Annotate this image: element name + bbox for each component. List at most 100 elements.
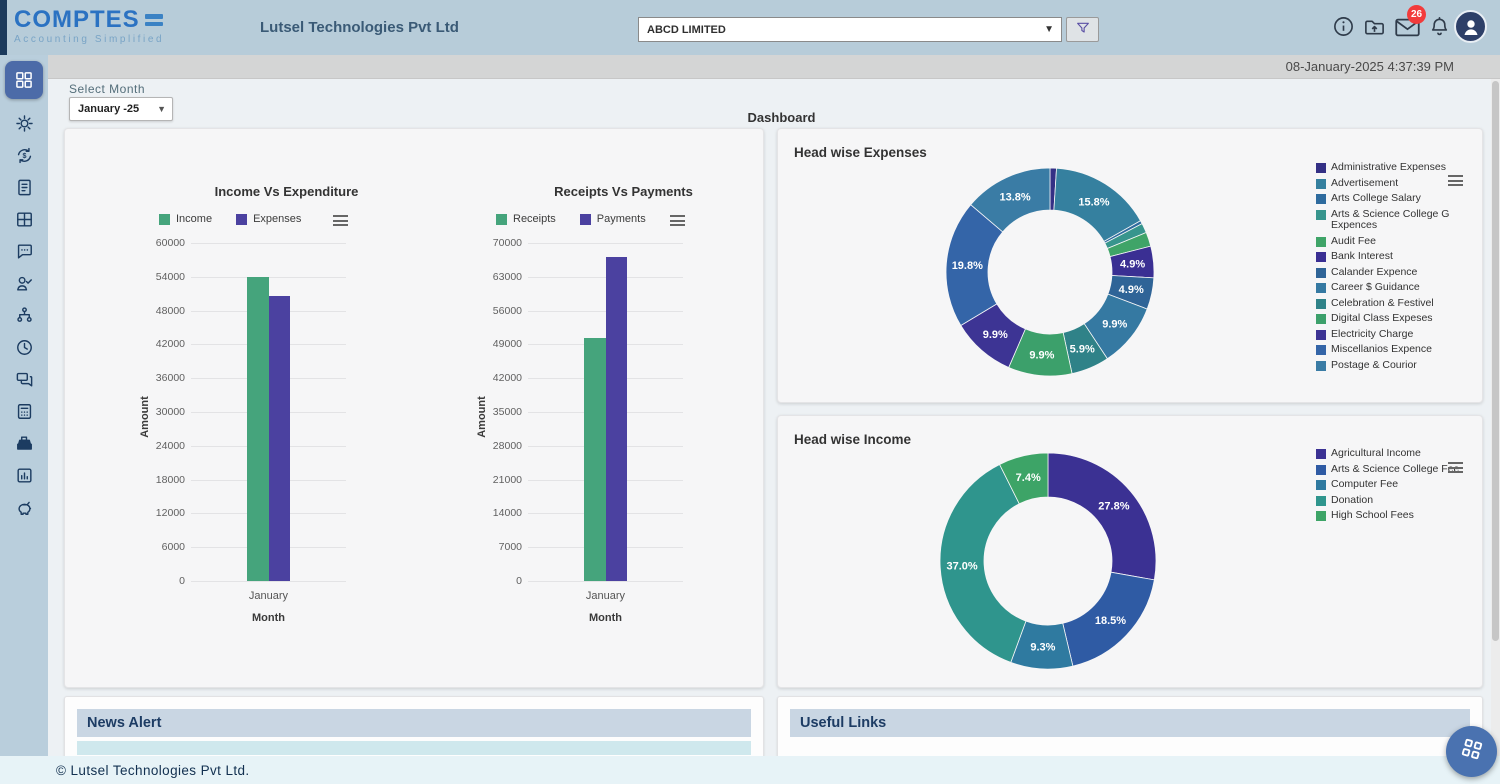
- legend-item[interactable]: Electricity Charge: [1316, 329, 1472, 341]
- legend-item-expenses[interactable]: Expenses: [236, 213, 301, 225]
- app-header: COMPTES Accounting Simplified Lutsel Tec…: [0, 0, 1500, 55]
- receipts-vs-payments-chart: Receipts Vs Payments ReceiptsPayments Am…: [466, 129, 766, 689]
- bar-expenses: [269, 296, 291, 581]
- legend-swatch: [159, 214, 170, 225]
- donut-slice-label: 7.4%: [1016, 472, 1041, 484]
- legend-swatch: [1316, 299, 1326, 309]
- folder-upload-icon[interactable]: [1362, 16, 1387, 39]
- sidebar-item-calculator[interactable]: [15, 402, 34, 421]
- piggy-bank-icon: [15, 498, 34, 517]
- sidebar-item-clock[interactable]: [15, 338, 34, 357]
- sidebar-nav: $: [0, 55, 48, 756]
- bar-charts-card: Income Vs Expenditure IncomeExpenses Amo…: [64, 128, 764, 688]
- y-tick-label: 63000: [474, 271, 522, 283]
- legend-label: Arts & Science College Fee: [1331, 464, 1459, 476]
- legend-label: Payments: [597, 213, 646, 225]
- y-tick-label: 60000: [137, 237, 185, 249]
- legend-swatch: [1316, 314, 1326, 324]
- sidebar-item-user-check[interactable]: [15, 274, 34, 293]
- donut-slice-label: 18.5%: [1095, 615, 1126, 627]
- sidebar-item-chat[interactable]: [15, 370, 34, 389]
- app-window: COMPTES Accounting Simplified Lutsel Tec…: [0, 0, 1500, 784]
- filter-button[interactable]: [1066, 17, 1099, 42]
- legend-item[interactable]: Postage & Courior: [1316, 360, 1472, 372]
- legend-swatch: [1316, 480, 1326, 490]
- cash-register-icon: [15, 434, 34, 453]
- legend-item[interactable]: Digital Class Expeses: [1316, 313, 1472, 325]
- sidebar-item-comment-dots[interactable]: [15, 242, 34, 261]
- legend-swatch: [1316, 361, 1326, 371]
- sidebar-item-table[interactable]: [15, 210, 34, 229]
- legend-item[interactable]: Agricultural Income: [1316, 448, 1481, 460]
- legend-swatch: [1316, 449, 1326, 459]
- user-avatar[interactable]: [1454, 10, 1487, 43]
- chart-menu-icon[interactable]: [668, 213, 687, 228]
- logo-bars-icon: [145, 14, 163, 26]
- legend-label: Income: [176, 213, 212, 225]
- legend-item[interactable]: Celebration & Festivel: [1316, 298, 1472, 310]
- legend-label: Bank Interest: [1331, 251, 1393, 263]
- page-title: Dashboard: [63, 110, 1500, 125]
- info-icon[interactable]: [1332, 15, 1355, 38]
- company-select[interactable]: ABCD LIMITED ▼: [638, 17, 1062, 42]
- y-tick-label: 56000: [474, 305, 522, 317]
- sidebar-item-journal[interactable]: [15, 178, 34, 197]
- sidebar-item-chart-box[interactable]: [15, 466, 34, 485]
- copyright-text: © Lutsel Technologies Pvt Ltd.: [0, 763, 250, 778]
- legend-item[interactable]: Arts & Science College G Expences: [1316, 209, 1472, 232]
- dollar-sync-icon: $: [15, 146, 34, 165]
- legend-swatch: [580, 214, 591, 225]
- legend-swatch: [1316, 496, 1326, 506]
- legend-item[interactable]: High School Fees: [1316, 510, 1481, 522]
- legend-item[interactable]: Arts College Salary: [1316, 193, 1472, 205]
- chart-menu-icon[interactable]: [331, 213, 350, 228]
- y-tick-label: 48000: [137, 305, 185, 317]
- legend-label: Postage & Courior: [1331, 360, 1417, 372]
- donut-slice-label: 37.0%: [946, 561, 977, 573]
- sidebar-item-grid[interactable]: [5, 61, 43, 99]
- legend-item[interactable]: Administrative Expenses: [1316, 162, 1472, 174]
- legend-item-receipts[interactable]: Receipts: [496, 213, 556, 225]
- chart-menu-icon[interactable]: [1446, 173, 1465, 188]
- sidebar-item-gear[interactable]: [15, 114, 34, 133]
- bar-payments: [606, 257, 628, 581]
- gear-icon: [15, 114, 34, 133]
- legend-item[interactable]: Computer Fee: [1316, 479, 1481, 491]
- scrollbar-thumb[interactable]: [1492, 81, 1499, 641]
- legend-label: Agricultural Income: [1331, 448, 1421, 460]
- legend-label: Donation: [1331, 495, 1373, 507]
- month-select[interactable]: January -25 ▼: [69, 97, 173, 121]
- donut-slice-label: 27.8%: [1098, 501, 1129, 513]
- logo: COMPTES Accounting Simplified: [14, 7, 164, 45]
- legend-item[interactable]: Donation: [1316, 495, 1481, 507]
- footer: © Lutsel Technologies Pvt Ltd.: [0, 756, 1500, 784]
- legend-item-payments[interactable]: Payments: [580, 213, 646, 225]
- sidebar-item-cash-register[interactable]: [15, 434, 34, 453]
- timestamp: 08-January-2025 4:37:39 PM: [1286, 59, 1454, 74]
- quick-menu-fab[interactable]: [1446, 726, 1497, 777]
- bell-icon[interactable]: [1428, 15, 1451, 39]
- sidebar-item-piggy-bank[interactable]: [15, 498, 34, 517]
- income-donut-chart: Agricultural Income: 27.8%Arts & Science…: [938, 451, 1158, 671]
- legend-item[interactable]: Miscellanios Expence: [1316, 344, 1472, 356]
- caret-down-icon: ▼: [1044, 24, 1061, 35]
- news-alert-header: News Alert: [77, 709, 751, 737]
- legend-label: Celebration & Festivel: [1331, 298, 1434, 310]
- logo-title: COMPTES: [14, 7, 140, 33]
- legend-item[interactable]: Career $ Guidance: [1316, 282, 1472, 294]
- sidebar-item-dollar-sync[interactable]: $: [15, 146, 34, 165]
- legend-label: Arts College Salary: [1331, 193, 1421, 205]
- y-tick-label: 6000: [137, 541, 185, 553]
- chart-menu-icon[interactable]: [1446, 460, 1465, 475]
- svg-text:$: $: [22, 152, 26, 160]
- legend-swatch: [1316, 511, 1326, 521]
- company-name: Lutsel Technologies Pvt Ltd: [260, 19, 459, 36]
- y-tick-label: 14000: [474, 507, 522, 519]
- legend-item-income[interactable]: Income: [159, 213, 212, 225]
- logo-tagline: Accounting Simplified: [14, 34, 164, 45]
- legend-item[interactable]: Audit Fee: [1316, 236, 1472, 248]
- legend-item[interactable]: Calander Expence: [1316, 267, 1472, 279]
- legend-item[interactable]: Bank Interest: [1316, 251, 1472, 263]
- sidebar-item-sitemap[interactable]: [15, 306, 34, 325]
- useful-links-header: Useful Links: [790, 709, 1470, 737]
